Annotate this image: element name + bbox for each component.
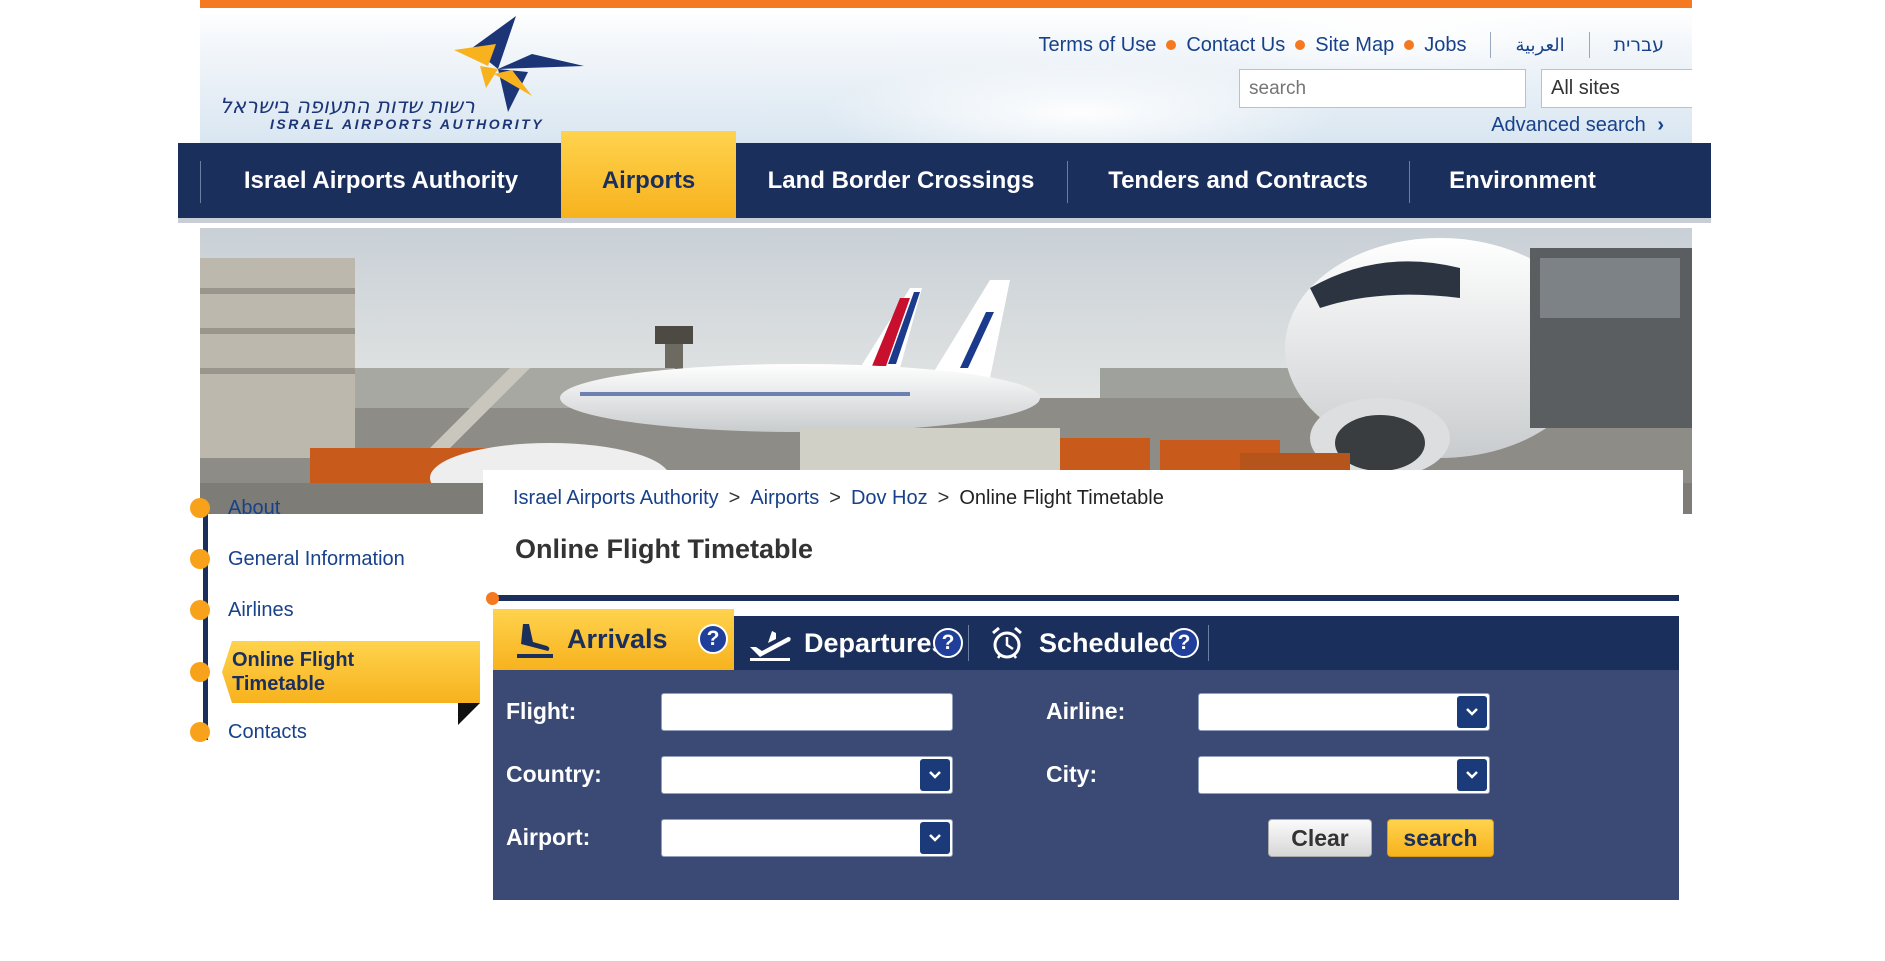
advanced-search-link[interactable]: Advanced search › bbox=[1491, 114, 1664, 137]
bullet-icon bbox=[190, 722, 210, 742]
chevron-right-icon: › bbox=[1657, 114, 1664, 136]
title-divider bbox=[493, 595, 1679, 601]
breadcrumb-link-airports[interactable]: Airports bbox=[750, 487, 819, 510]
plane-takeoff-icon bbox=[750, 631, 791, 661]
bullet-icon bbox=[190, 498, 210, 518]
sidebar-item-label: Airlines bbox=[228, 598, 294, 621]
breadcrumb-link-dov-hoz[interactable]: Dov Hoz bbox=[851, 487, 928, 510]
lang-hebrew-link[interactable]: עברית bbox=[1614, 34, 1664, 56]
help-icon[interactable]: ? bbox=[933, 628, 963, 658]
sidebar-item-label: Contacts bbox=[228, 720, 307, 743]
breadcrumb-separator: > bbox=[728, 487, 741, 509]
utility-links: Terms of Use Contact Us Site Map Jobs ال… bbox=[1039, 32, 1664, 58]
chevron-down-icon bbox=[1457, 696, 1487, 728]
page-title: Online Flight Timetable bbox=[515, 534, 814, 564]
nav-item-israel-airports-authority[interactable]: Israel Airports Authority bbox=[201, 143, 561, 218]
main-navigation: Israel Airports Authority Airports Land … bbox=[178, 131, 1711, 223]
city-label: City: bbox=[1046, 761, 1098, 787]
airline-select[interactable] bbox=[1198, 693, 1490, 731]
airport-select[interactable] bbox=[661, 819, 953, 857]
airport-label: Airport: bbox=[506, 824, 591, 850]
help-icon[interactable]: ? bbox=[1169, 628, 1199, 658]
flight-input[interactable] bbox=[661, 693, 953, 731]
sidebar-item-airlines[interactable]: Airlines bbox=[190, 590, 294, 630]
sidebar-item-contacts[interactable]: Contacts bbox=[190, 712, 307, 752]
nav-item-tenders-and-contracts[interactable]: Tenders and Contracts bbox=[1068, 143, 1408, 218]
tab-departures[interactable]: Departures ? bbox=[748, 616, 963, 670]
tab-arrivals[interactable]: Arrivals ? bbox=[493, 609, 734, 670]
bullet-dot-icon bbox=[1295, 40, 1306, 50]
nav-item-environment[interactable]: Environment bbox=[1410, 143, 1635, 218]
divider bbox=[1588, 32, 1590, 58]
bullet-dot-icon bbox=[1166, 40, 1177, 50]
sidebar-item-label: General Information bbox=[228, 547, 405, 570]
tab-scheduled[interactable]: Scheduled ? bbox=[989, 616, 1209, 670]
tab-arrivals-label: Arrivals bbox=[567, 624, 668, 654]
sidebar-active-fold bbox=[458, 703, 480, 725]
nav-item-land-border-crossings[interactable]: Land Border Crossings bbox=[736, 143, 1066, 218]
search-submit-button[interactable]: search bbox=[1387, 819, 1494, 857]
tab-scheduled-label: Scheduled bbox=[1039, 627, 1176, 658]
divider bbox=[1490, 32, 1492, 58]
chevron-down-icon bbox=[1457, 759, 1487, 791]
plane-landing-icon bbox=[517, 623, 553, 658]
site-scope-select[interactable]: All sites bbox=[1541, 69, 1692, 108]
country-select[interactable] bbox=[661, 756, 953, 794]
tab-divider bbox=[1208, 625, 1209, 661]
site-map-link[interactable]: Site Map bbox=[1315, 34, 1394, 57]
tab-divider bbox=[968, 625, 969, 661]
flight-tabs: Arrivals ? Departures ? Scheduled ? bbox=[493, 609, 1679, 670]
breadcrumb: Israel Airports Authority > Airports > D… bbox=[513, 487, 1164, 510]
nav-item-airports[interactable]: Airports bbox=[561, 131, 736, 218]
title-divider-dot bbox=[486, 592, 499, 605]
main-content: Israel Airports Authority > Airports > D… bbox=[483, 470, 1683, 910]
help-icon[interactable]: ? bbox=[698, 624, 728, 654]
logo[interactable]: רשות שדות התעופה בישראל ISRAEL AIRPORTS … bbox=[218, 14, 598, 134]
sidebar-active-line-2: Timetable bbox=[232, 673, 325, 695]
logo-hebrew-text: רשות שדות התעופה בישראל bbox=[220, 94, 475, 118]
sidebar-item-active-label: Online Flight Timetable bbox=[232, 648, 354, 696]
search-input[interactable] bbox=[1239, 69, 1526, 108]
bullet-icon bbox=[190, 662, 210, 682]
breadcrumb-link-iaa[interactable]: Israel Airports Authority bbox=[513, 487, 719, 510]
sidebar-active-line-1: Online Flight bbox=[232, 649, 355, 671]
section-sidebar: About General Information Airlines Onlin… bbox=[190, 470, 480, 743]
breadcrumb-separator: > bbox=[937, 487, 950, 509]
alarm-clock-icon bbox=[992, 626, 1022, 659]
bullet-icon bbox=[190, 549, 210, 569]
airline-label: Airline: bbox=[1046, 698, 1126, 724]
breadcrumb-separator: > bbox=[829, 487, 841, 509]
site-select-value: All sites bbox=[1551, 77, 1620, 99]
flight-search-form: Flight: Airline: Country: City: Airport: bbox=[493, 670, 1679, 900]
jobs-link[interactable]: Jobs bbox=[1424, 34, 1466, 57]
sidebar-item-label: About bbox=[228, 496, 281, 519]
sidebar-item-general-information[interactable]: General Information bbox=[190, 539, 405, 579]
logo-english-text: ISRAEL AIRPORTS AUTHORITY bbox=[270, 116, 545, 132]
bullet-dot-icon bbox=[1404, 40, 1415, 50]
contact-us-link[interactable]: Contact Us bbox=[1186, 34, 1285, 57]
bullet-icon bbox=[190, 600, 210, 620]
flight-label: Flight: bbox=[506, 698, 577, 724]
advanced-search-label: Advanced search bbox=[1491, 114, 1646, 136]
terms-of-use-link[interactable]: Terms of Use bbox=[1039, 34, 1157, 57]
chevron-down-icon bbox=[920, 822, 950, 854]
clear-button[interactable]: Clear bbox=[1268, 819, 1372, 857]
top-accent-bar bbox=[200, 0, 1692, 8]
tab-departures-label: Departures bbox=[804, 627, 947, 658]
sidebar-item-about[interactable]: About bbox=[190, 488, 280, 528]
city-select[interactable] bbox=[1198, 756, 1490, 794]
chevron-down-icon bbox=[920, 759, 950, 791]
lang-arabic-link[interactable]: العربية bbox=[1515, 35, 1564, 56]
breadcrumb-current: Online Flight Timetable bbox=[959, 487, 1164, 509]
country-label: Country: bbox=[506, 761, 602, 787]
site-header: רשות שדות התעופה בישראל ISRAEL AIRPORTS … bbox=[200, 8, 1692, 143]
